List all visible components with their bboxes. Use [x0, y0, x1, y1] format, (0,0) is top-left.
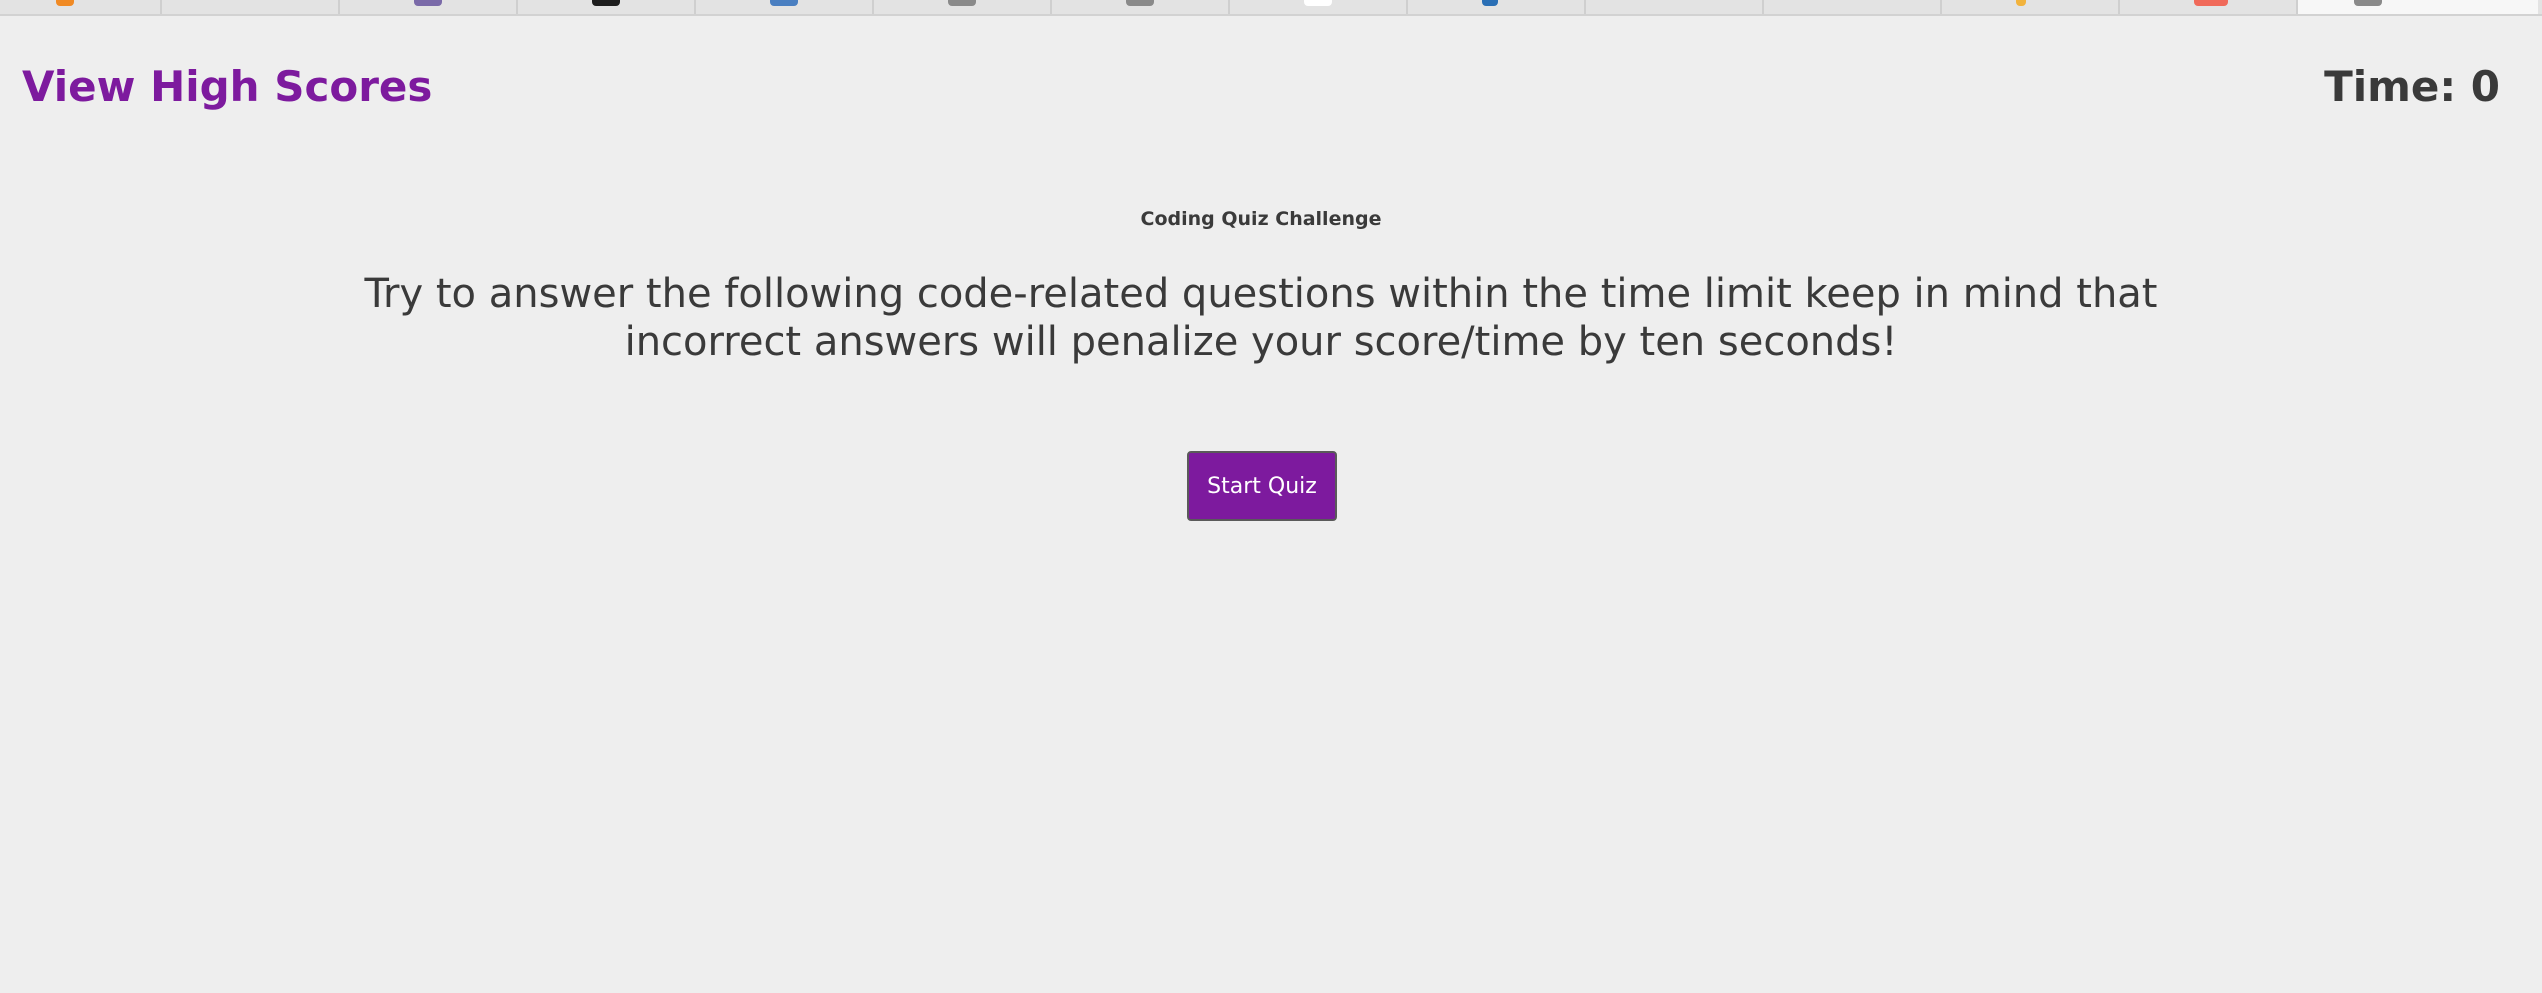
- browser-tab-strip: [0, 0, 2542, 16]
- browser-tab[interactable]: [1942, 0, 2120, 14]
- browser-tab-active[interactable]: [2298, 0, 2538, 14]
- browser-tab[interactable]: [0, 0, 162, 14]
- browser-tab[interactable]: [162, 0, 340, 14]
- tab-favicon-icon: [1304, 0, 1332, 6]
- tab-favicon-icon: [56, 0, 74, 6]
- browser-tab[interactable]: [1230, 0, 1408, 14]
- tab-favicon-icon: [770, 0, 798, 6]
- quiz-title: Coding Quiz Challenge: [1140, 208, 1382, 230]
- browser-tab[interactable]: [1408, 0, 1586, 14]
- tab-favicon-icon: [1126, 0, 1154, 6]
- tab-favicon-icon: [2194, 0, 2228, 6]
- tab-favicon-icon: [414, 0, 442, 6]
- quiz-description: Try to answer the following code-related…: [364, 271, 2158, 365]
- browser-tab[interactable]: [1764, 0, 1942, 14]
- browser-tab[interactable]: [1052, 0, 1230, 14]
- browser-tab[interactable]: [1586, 0, 1764, 14]
- browser-tab[interactable]: [2120, 0, 2298, 14]
- browser-tab[interactable]: [340, 0, 518, 14]
- browser-tab[interactable]: [696, 0, 874, 14]
- timer-display: Time: 0: [2324, 62, 2500, 111]
- tab-favicon-icon: [948, 0, 976, 6]
- tab-favicon-icon: [592, 0, 620, 6]
- browser-tab[interactable]: [874, 0, 1052, 14]
- tab-favicon-icon: [1482, 0, 1498, 6]
- view-high-scores-link[interactable]: View High Scores: [22, 62, 432, 112]
- tab-favicon-icon: [2016, 0, 2026, 6]
- browser-tab[interactable]: [518, 0, 696, 14]
- tab-favicon-icon: [2354, 0, 2382, 6]
- start-quiz-button[interactable]: Start Quiz: [1187, 451, 1337, 521]
